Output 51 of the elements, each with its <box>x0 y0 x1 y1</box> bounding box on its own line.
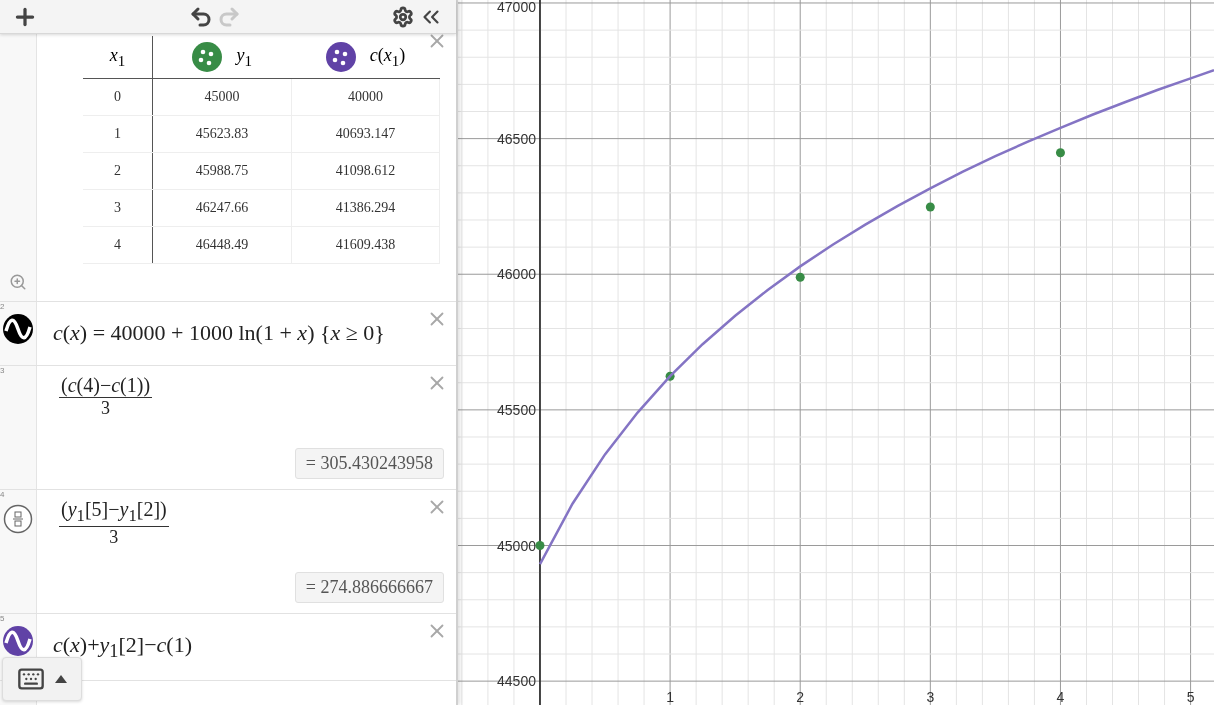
axis-label: 46500 <box>497 130 536 147</box>
column-header: y$_{1}$ <box>236 44 252 70</box>
result-value: = 305.430243958 <box>294 448 444 479</box>
wave-icon[interactable] <box>2 313 34 345</box>
axis-label: 46000 <box>497 266 536 283</box>
fraction-numerator: (c(4)−c(1)) <box>59 374 153 398</box>
table-cell: 45988.75 <box>152 152 292 190</box>
table-cell: 46247.66 <box>152 189 292 227</box>
axis-label: 1 <box>666 689 674 705</box>
table-cell: 41098.612 <box>291 152 440 190</box>
table-cell: 1 <box>83 115 153 153</box>
column-header: c(x$_{1}$) <box>369 44 406 70</box>
settings-icon <box>392 5 414 28</box>
table-cell: 41609.438 <box>291 226 440 264</box>
fraction-denominator: 3 <box>109 527 119 548</box>
wave-icon[interactable] <box>2 625 34 657</box>
table-cell: 2 <box>83 152 153 190</box>
axis-label: 5 <box>1186 689 1195 705</box>
fraction-denominator: 3 <box>101 398 110 419</box>
row-number: 3 <box>0 366 5 375</box>
color-icon[interactable] <box>325 42 356 72</box>
fraction-icon[interactable] <box>3 504 33 534</box>
axis-label: 4 <box>1056 689 1065 705</box>
table-cell: 3 <box>83 189 153 227</box>
table-cell: 0 <box>83 78 153 116</box>
row-number: 4 <box>0 490 5 499</box>
fraction-numerator: (y$_{1}$[5]−y$_{1}$[2]) <box>59 498 169 527</box>
table-cell: 45623.83 <box>152 115 292 153</box>
table-cell: 40693.147 <box>291 115 440 153</box>
zoom-icon[interactable] <box>9 273 27 291</box>
table-cell: 46448.49 <box>152 226 292 264</box>
axis-label: 45000 <box>497 537 536 554</box>
math-expression: c(x)+y$_{1}$[2]−c(1) <box>53 632 193 663</box>
row-number: 2 <box>0 302 5 311</box>
keyboard-button[interactable] <box>2 657 82 701</box>
table-cell: 45000 <box>152 78 292 116</box>
color-icon[interactable] <box>192 42 223 72</box>
axis-label: 45500 <box>497 401 536 418</box>
table-cell: 41386.294 <box>291 189 440 227</box>
axis-label: 47000 <box>497 0 536 15</box>
table-cell: 40000 <box>291 78 440 116</box>
settings-button[interactable] <box>390 5 416 28</box>
axis-label: 3 <box>926 689 935 705</box>
table-cell: 4 <box>83 226 153 264</box>
axis-label: 2 <box>796 689 805 705</box>
caret-icon <box>55 675 67 683</box>
axis-label: 44500 <box>497 673 536 690</box>
row-number: 5 <box>0 614 5 623</box>
column-header: x$_{1}$ <box>109 44 126 70</box>
math-expression: c(x) = 40000 + 1000 ln(1 + x) {x ≥ 0} <box>53 320 386 346</box>
result-value: = 274.886666667 <box>294 572 444 603</box>
